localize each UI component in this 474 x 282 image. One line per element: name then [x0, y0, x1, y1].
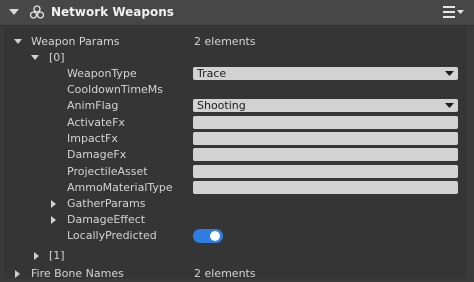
- ammo-material-type-row: AmmoMaterialType: [4, 180, 466, 196]
- vertical-scrollbar[interactable]: [467, 27, 472, 279]
- weapon-type-dropdown[interactable]: Trace: [193, 67, 458, 80]
- element-0-label: [0]: [49, 51, 65, 64]
- impact-fx-label: ImpactFx: [67, 132, 118, 145]
- collapse-chevron-icon[interactable]: [8, 6, 20, 18]
- locally-predicted-toggle[interactable]: [193, 229, 223, 243]
- cooldown-row: CooldownTimeMs: [4, 82, 466, 98]
- projectile-asset-field[interactable]: [193, 165, 458, 178]
- projectile-asset-label: ProjectileAsset: [67, 165, 148, 178]
- weapon-type-label: WeaponType: [67, 67, 137, 80]
- expand-down-arrow-icon[interactable]: [31, 54, 39, 62]
- damage-fx-field[interactable]: [193, 148, 458, 161]
- ammo-material-type-field[interactable]: [193, 181, 458, 194]
- locally-predicted-row: LocallyPredicted: [4, 228, 466, 244]
- toggle-knob: [210, 231, 220, 241]
- expand-down-arrow-icon[interactable]: [14, 38, 22, 46]
- panel-header[interactable]: Network Weapons: [0, 0, 474, 26]
- impact-fx-row: ImpactFx: [4, 131, 466, 147]
- weapon-params-row[interactable]: Weapon Params 2 elements: [4, 34, 466, 50]
- damage-effect-row[interactable]: DamageEffect: [4, 212, 466, 228]
- anim-flag-row: AnimFlag Shooting: [4, 98, 466, 114]
- network-weapons-panel: Network Weapons Weapon Params 2 elements…: [0, 0, 474, 282]
- weapon-type-value: Trace: [197, 67, 227, 80]
- weapon-type-row: WeaponType Trace: [4, 66, 466, 82]
- dropdown-arrow-icon: [445, 103, 454, 108]
- fire-bone-names-count: 2 elements: [194, 267, 256, 280]
- gather-params-label: GatherParams: [67, 197, 146, 210]
- locally-predicted-label: LocallyPredicted: [67, 229, 157, 242]
- cooldown-label: CooldownTimeMs: [67, 83, 164, 96]
- activate-fx-label: ActivateFx: [67, 116, 125, 129]
- ammo-material-type-label: AmmoMaterialType: [67, 181, 173, 194]
- activate-fx-field[interactable]: [193, 116, 458, 129]
- element-1-label: [1]: [49, 249, 65, 262]
- weapon-params-label: Weapon Params: [31, 35, 120, 48]
- hamburger-menu-icon[interactable]: [443, 5, 465, 19]
- impact-fx-field[interactable]: [193, 132, 458, 145]
- fire-bone-names-row[interactable]: Fire Bone Names 2 elements: [4, 266, 466, 282]
- anim-flag-label: AnimFlag: [67, 99, 119, 112]
- projectile-asset-row: ProjectileAsset: [4, 164, 466, 180]
- damage-fx-label: DamageFx: [67, 148, 127, 161]
- activate-fx-row: ActivateFx: [4, 115, 466, 131]
- expand-right-arrow-icon[interactable]: [50, 200, 58, 208]
- damage-effect-label: DamageEffect: [67, 213, 146, 226]
- fire-bone-names-label: Fire Bone Names: [31, 267, 124, 280]
- element-0-row[interactable]: [0]: [4, 50, 466, 66]
- anim-flag-value: Shooting: [197, 99, 246, 112]
- anim-flag-dropdown[interactable]: Shooting: [193, 99, 458, 112]
- damage-fx-row: DamageFx: [4, 147, 466, 163]
- weapon-params-count: 2 elements: [194, 35, 256, 48]
- expand-right-arrow-icon[interactable]: [50, 216, 58, 224]
- dropdown-arrow-icon: [445, 71, 454, 76]
- element-1-row[interactable]: [1]: [4, 248, 466, 264]
- property-tree: Weapon Params 2 elements [0] WeaponType …: [4, 27, 466, 282]
- panel-title: Network Weapons: [51, 5, 174, 19]
- network-icon: [29, 5, 45, 19]
- expand-right-arrow-icon[interactable]: [33, 252, 41, 260]
- expand-right-arrow-icon[interactable]: [14, 270, 22, 278]
- gather-params-row[interactable]: GatherParams: [4, 196, 466, 212]
